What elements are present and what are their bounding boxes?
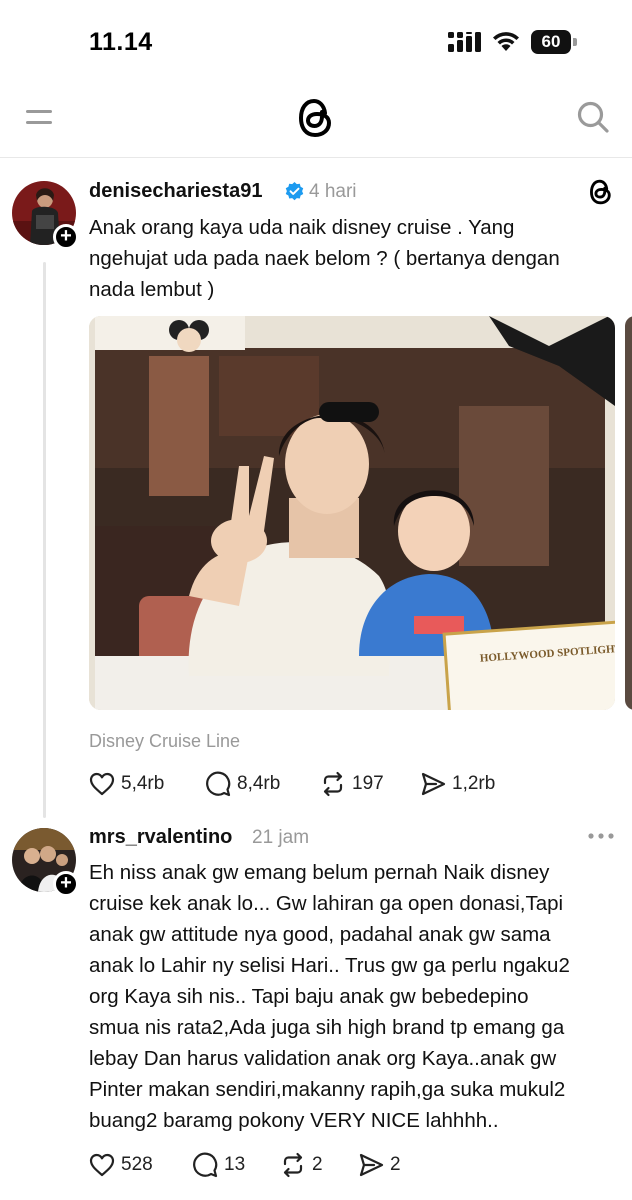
post-time: 4 hari bbox=[309, 181, 357, 202]
like-button[interactable]: 528 bbox=[89, 1150, 153, 1180]
post-text: Eh niss anak gw emang belum pernah Naik … bbox=[89, 857, 570, 1136]
app-header bbox=[0, 86, 632, 158]
share-button[interactable]: 1,2rb bbox=[420, 769, 495, 799]
more-options-icon[interactable] bbox=[587, 828, 615, 844]
wifi-icon bbox=[493, 32, 519, 51]
post-username[interactable]: mrs_rvalentino bbox=[89, 826, 232, 849]
threads-logo-icon[interactable] bbox=[296, 96, 336, 140]
threads-icon[interactable] bbox=[588, 178, 614, 206]
post-text-line: smua nis rata2,Ada juga sih high brand t… bbox=[89, 1016, 565, 1039]
thread-line bbox=[43, 262, 46, 818]
follow-plus-icon[interactable]: + bbox=[53, 871, 79, 897]
heart-icon bbox=[89, 1153, 115, 1177]
post-text-line: anak lo Lahir ny selisi Hari.. Trus gw g… bbox=[89, 954, 570, 977]
repost-button[interactable]: 2 bbox=[280, 1150, 323, 1180]
photo-content: HOLLYWOOD SPOTLIGHT CL bbox=[89, 316, 615, 710]
battery-level: 60 bbox=[541, 32, 561, 51]
like-count: 528 bbox=[121, 1154, 153, 1175]
status-bar: 11.14 60 bbox=[0, 0, 632, 86]
comment-icon bbox=[193, 1152, 218, 1178]
send-icon bbox=[359, 1153, 384, 1177]
reply-count: 8,4rb bbox=[237, 773, 281, 794]
post-text-line: Eh niss anak gw emang belum pernah Naik … bbox=[89, 861, 550, 884]
verified-badge-icon bbox=[285, 182, 304, 201]
search-icon[interactable] bbox=[576, 100, 610, 134]
post-username[interactable]: denisechariesta91 bbox=[89, 180, 262, 203]
share-button[interactable]: 2 bbox=[358, 1150, 401, 1180]
repost-button[interactable]: 197 bbox=[320, 769, 384, 799]
heart-icon bbox=[89, 772, 115, 796]
share-count: 2 bbox=[390, 1154, 401, 1175]
post-actions: 5,4rb 8,4rb 197 1,2rb bbox=[89, 769, 509, 799]
post-text-line: nada lembut ) bbox=[89, 278, 215, 301]
reply-button[interactable]: 8,4rb bbox=[205, 769, 280, 799]
post-time: 21 jam bbox=[252, 827, 310, 848]
send-icon bbox=[421, 772, 446, 796]
repost-count: 197 bbox=[352, 773, 384, 794]
post-text: Anak orang kaya uda naik disney cruise .… bbox=[89, 212, 560, 305]
post-actions: 528 13 2 2 bbox=[89, 1150, 509, 1180]
share-count: 1,2rb bbox=[452, 773, 496, 794]
post-text-line: org Kaya sih nis.. Tapi baju anak gw beb… bbox=[89, 985, 529, 1008]
repost-icon bbox=[283, 1152, 303, 1178]
post-text-line: lebay Dan harus validation anak org Kaya… bbox=[89, 1047, 557, 1070]
post-photo[interactable]: HOLLYWOOD SPOTLIGHT CL bbox=[89, 316, 615, 710]
post-text-line: Anak orang kaya uda naik disney cruise .… bbox=[89, 216, 515, 239]
like-count: 5,4rb bbox=[121, 773, 165, 794]
status-time: 11.14 bbox=[89, 28, 153, 56]
like-button[interactable]: 5,4rb bbox=[89, 769, 164, 799]
menu-icon[interactable] bbox=[26, 105, 52, 129]
follow-plus-icon[interactable]: + bbox=[53, 224, 79, 250]
post-caption[interactable]: Disney Cruise Line bbox=[89, 731, 240, 752]
battery-icon: 60 bbox=[531, 30, 577, 54]
post-text-line: ngehujat uda pada naek belom ? ( bertany… bbox=[89, 247, 560, 270]
post-text-line: anak gw attitude nya good, padahal anak … bbox=[89, 923, 551, 946]
comment-icon bbox=[206, 771, 231, 797]
post-text-line: cruise kek anak lo... Gw lahiran ga open… bbox=[89, 892, 564, 915]
repost-count: 2 bbox=[312, 1154, 323, 1175]
post-text-line: Pinter makan sendiri,makanny rapih,ga su… bbox=[89, 1078, 566, 1101]
reply-count: 13 bbox=[224, 1154, 246, 1175]
cellular-signal-icon bbox=[448, 32, 481, 52]
next-photo-preview[interactable] bbox=[625, 316, 632, 710]
post-text-line: buang2 baramg pokony VERY NICE lahhhh.. bbox=[89, 1109, 499, 1132]
repost-icon bbox=[323, 771, 343, 797]
reply-button[interactable]: 13 bbox=[192, 1150, 245, 1180]
